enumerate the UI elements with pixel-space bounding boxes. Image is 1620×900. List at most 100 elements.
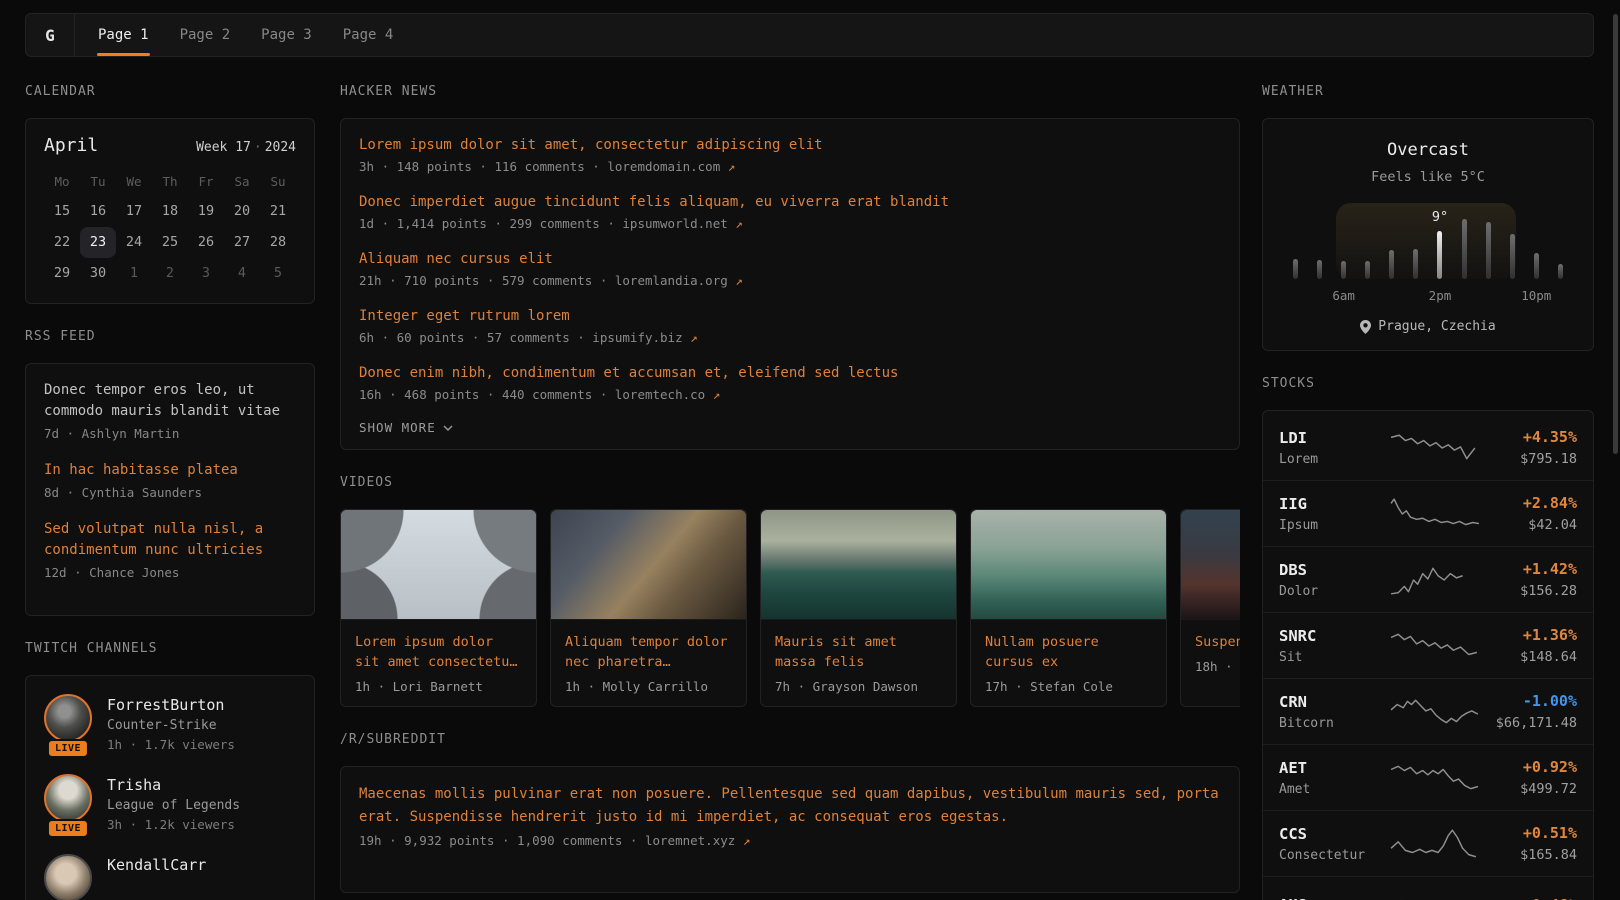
video-card[interactable]: Aliquam tempor dolor nec pharetra… 1h · …: [550, 509, 747, 707]
subreddit-section-title: /R/SUBREDDIT: [340, 732, 1240, 747]
weather-condition: Overcast: [1279, 140, 1577, 160]
twitch-channel-row[interactable]: KendallCarr: [44, 850, 296, 900]
calendar-dow: Tu: [80, 168, 116, 196]
page-tab[interactable]: Page 2: [179, 14, 232, 56]
calendar-dow: Mo: [44, 168, 80, 196]
hackernews-item-title[interactable]: Integer eget rutrum lorem: [359, 306, 1221, 326]
stock-values: +1.42% $156.28: [1481, 560, 1577, 599]
hackernews-item-meta-text: 16h · 468 points · 440 comments · loremt…: [359, 387, 705, 402]
video-card-body: Mauris sit amet massa felis 7h · Grayson…: [761, 620, 956, 706]
stock-sparkline: [1389, 890, 1481, 900]
weather-bar-current: 9°2pm: [1437, 231, 1442, 279]
stock-row[interactable]: LDI Lorem +4.35% $795.18: [1263, 415, 1593, 480]
twitch-channel-row[interactable]: LIVE Trisha League of Legends 3h · 1.2k …: [44, 770, 296, 850]
hackernews-item: Donec imperdiet augue tincidunt felis al…: [359, 192, 1221, 231]
page-tab[interactable]: Page 1: [97, 14, 150, 56]
stock-price: $66,171.48: [1481, 715, 1577, 731]
avatar: [44, 694, 92, 742]
weather-bar: [1389, 250, 1394, 279]
current-temp-label: 9°: [1432, 209, 1448, 225]
rss-item-meta: 7d · Ashlyn Martin: [44, 425, 296, 443]
weather-bar: [1558, 264, 1563, 279]
calendar-day: 15: [44, 196, 80, 227]
stock-id: AET Amet: [1279, 759, 1389, 797]
calendar-day: 1: [116, 258, 152, 289]
reddit-post-title[interactable]: Maecenas mollis pulvinar erat non posuer…: [359, 783, 1221, 829]
time-axis-label: 10pm: [1521, 288, 1551, 303]
stock-row[interactable]: AET Amet +0.92% $499.72: [1263, 744, 1593, 810]
calendar-day: 19: [188, 196, 224, 227]
stock-row[interactable]: IIG Ipsum +2.84% $42.04: [1263, 480, 1593, 546]
hackernews-item-meta[interactable]: 6h · 60 points · 57 comments · ipsumify.…: [359, 330, 1221, 345]
scrollbar-thumb[interactable]: [1613, 14, 1618, 454]
stock-id: IIG Ipsum: [1279, 495, 1389, 533]
stock-row[interactable]: AHS +0.46%: [1263, 876, 1593, 900]
stock-id: LDI Lorem: [1279, 429, 1389, 467]
twitch-section-title: TWITCH CHANNELS: [25, 641, 315, 656]
stock-change: +0.46%: [1481, 896, 1577, 900]
calendar-week: Week 17: [196, 140, 251, 155]
video-title: Mauris sit amet massa felis: [775, 632, 942, 672]
video-card[interactable]: Suspendisse diam 18h · Tara: [1180, 509, 1240, 707]
weather-feels-like: Feels like 5°C: [1279, 169, 1577, 185]
video-meta: 7h · Grayson Dawson: [775, 679, 942, 694]
calendar-dow: We: [116, 168, 152, 196]
videos-row: Lorem ipsum dolor sit amet consectetu… 1…: [340, 509, 1240, 707]
location-pin-icon: [1360, 320, 1371, 334]
stock-price: $148.64: [1481, 649, 1577, 665]
page-tab[interactable]: Page 4: [342, 14, 395, 56]
hackernews-widget: Lorem ipsum dolor sit amet, consectetur …: [340, 118, 1240, 450]
calendar-day: 17: [116, 196, 152, 227]
stock-row[interactable]: SNRC Sit +1.36% $148.64: [1263, 612, 1593, 678]
reddit-post-meta[interactable]: 19h · 9,932 points · 1,090 comments · lo…: [359, 833, 1221, 848]
rss-item-title[interactable]: In hac habitasse platea: [44, 460, 296, 481]
calendar-day: 4: [224, 258, 260, 289]
hackernews-section-title: HACKER NEWS: [340, 84, 1240, 99]
video-card[interactable]: Nullam posuere cursus ex 17h · Stefan Co…: [970, 509, 1167, 707]
video-title: Lorem ipsum dolor sit amet consectetu…: [355, 632, 522, 672]
rss-section-title: RSS FEED: [25, 329, 315, 344]
hackernews-item-title[interactable]: Aliquam nec cursus elit: [359, 249, 1221, 269]
external-link-icon: ↗: [690, 330, 698, 345]
page-tab[interactable]: Page 3: [260, 14, 313, 56]
external-link-icon: ↗: [743, 833, 751, 848]
hackernews-item-title[interactable]: Donec imperdiet augue tincidunt felis al…: [359, 192, 1221, 212]
twitch-channel-row[interactable]: LIVE ForrestBurton Counter-Strike 1h · 1…: [44, 690, 296, 770]
stock-row[interactable]: DBS Dolor +1.42% $156.28: [1263, 546, 1593, 612]
calendar-day: 2: [152, 258, 188, 289]
hackernews-item-meta[interactable]: 21h · 710 points · 579 comments · loreml…: [359, 273, 1221, 288]
stock-price: $42.04: [1481, 517, 1577, 533]
stock-row[interactable]: CCS Consectetur +0.51% $165.84: [1263, 810, 1593, 876]
weather-bar: [1486, 222, 1491, 279]
calendar-day: 18: [152, 196, 188, 227]
topbar-divider: [74, 14, 75, 56]
hackernews-show-more-button[interactable]: SHOW MORE: [359, 420, 453, 435]
stock-id: SNRC Sit: [1279, 627, 1389, 665]
video-thumbnail: [761, 510, 956, 620]
rss-item-title[interactable]: Sed volutpat nulla nisl, a condimentum n…: [44, 519, 296, 561]
video-card[interactable]: Mauris sit amet massa felis 7h · Grayson…: [760, 509, 957, 707]
hackernews-item-title[interactable]: Donec enim nibh, condimentum et accumsan…: [359, 363, 1221, 383]
calendar-section-title: CALENDAR: [25, 84, 315, 99]
video-card[interactable]: Lorem ipsum dolor sit amet consectetu… 1…: [340, 509, 537, 707]
hackernews-item-title[interactable]: Lorem ipsum dolor sit amet, consectetur …: [359, 135, 1221, 155]
app-logo[interactable]: G: [26, 14, 74, 56]
hackernews-item-meta[interactable]: 1d · 1,414 points · 299 comments · ipsum…: [359, 216, 1221, 231]
hackernews-item: Donec enim nibh, condimentum et accumsan…: [359, 363, 1221, 402]
chevron-down-icon: [443, 425, 453, 431]
weather-bar: 10pm: [1534, 253, 1539, 279]
calendar-day: 21: [260, 196, 296, 227]
calendar-dow: Fr: [188, 168, 224, 196]
stock-values: +2.84% $42.04: [1481, 494, 1577, 533]
rss-item-title[interactable]: Donec tempor eros leo, ut commodo mauris…: [44, 380, 296, 422]
stock-row[interactable]: CRN Bitcorn -1.00% $66,171.48: [1263, 678, 1593, 744]
stock-name: Bitcorn: [1279, 716, 1389, 731]
stock-values: +0.51% $165.84: [1481, 824, 1577, 863]
stock-id: CCS Consectetur: [1279, 825, 1389, 863]
hackernews-item: Lorem ipsum dolor sit amet, consectetur …: [359, 135, 1221, 174]
stock-id: DBS Dolor: [1279, 561, 1389, 599]
hackernews-item-meta[interactable]: 3h · 148 points · 116 comments · loremdo…: [359, 159, 1221, 174]
hackernews-item-meta[interactable]: 16h · 468 points · 440 comments · loremt…: [359, 387, 1221, 402]
stock-values: +0.46%: [1481, 896, 1577, 900]
twitch-widget: LIVE ForrestBurton Counter-Strike 1h · 1…: [25, 675, 315, 900]
